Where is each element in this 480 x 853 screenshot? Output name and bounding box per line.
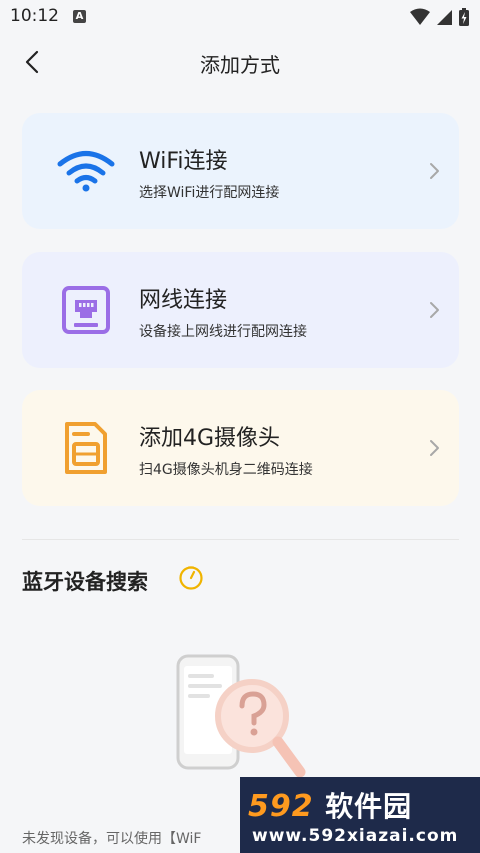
chevron-right-icon (430, 302, 439, 318)
watermark-brand-number: 592 (248, 789, 314, 824)
watermark-logo: 592 软件园 www.592xiazai.com (240, 777, 480, 853)
chevron-right-icon (430, 163, 439, 179)
watermark-url: www.592xiazai.com (252, 826, 459, 846)
ethernet-port-icon (54, 282, 118, 338)
ethernet-connect-card[interactable]: 网线连接 设备接上网线进行配网连接 (22, 252, 459, 368)
wifi-icon (54, 143, 118, 199)
empty-state-text: 未发现设备，可以使用【WiF (22, 831, 202, 847)
battery-charging-icon (459, 7, 469, 26)
wifi-connect-card[interactable]: WiFi连接 选择WiFi进行配网连接 (22, 113, 459, 229)
refresh-timer-icon[interactable] (178, 565, 204, 591)
ethernet-card-subtitle: 设备接上网线进行配网连接 (139, 324, 307, 340)
wifi-card-title: WiFi连接 (139, 149, 228, 174)
add-4g-camera-card[interactable]: 添加4G摄像头 扫4G摄像头机身二维码连接 (22, 390, 459, 506)
4g-card-subtitle: 扫4G摄像头机身二维码连接 (139, 462, 313, 478)
chevron-right-icon (430, 440, 439, 456)
ethernet-card-title: 网线连接 (139, 288, 228, 313)
sim-card-icon (54, 420, 118, 476)
status-time: 10:12 (10, 6, 59, 26)
wifi-signal-icon (409, 8, 430, 25)
4g-card-title: 添加4G摄像头 (139, 426, 281, 451)
watermark-brand: 592 软件园 (248, 785, 412, 825)
status-bar: 10:12 A (0, 0, 480, 34)
status-icons (409, 6, 470, 28)
cell-signal-icon (436, 9, 452, 25)
bluetooth-section-title: 蓝牙设备搜索 (22, 570, 148, 594)
watermark-brand-name: 软件园 (325, 790, 413, 823)
notification-badge: A (73, 10, 86, 23)
no-device-illustration (176, 654, 306, 778)
wifi-card-subtitle: 选择WiFi进行配网连接 (139, 185, 280, 201)
page-title: 添加方式 (200, 53, 280, 77)
header: 添加方式 (0, 34, 480, 90)
section-divider (22, 539, 459, 540)
